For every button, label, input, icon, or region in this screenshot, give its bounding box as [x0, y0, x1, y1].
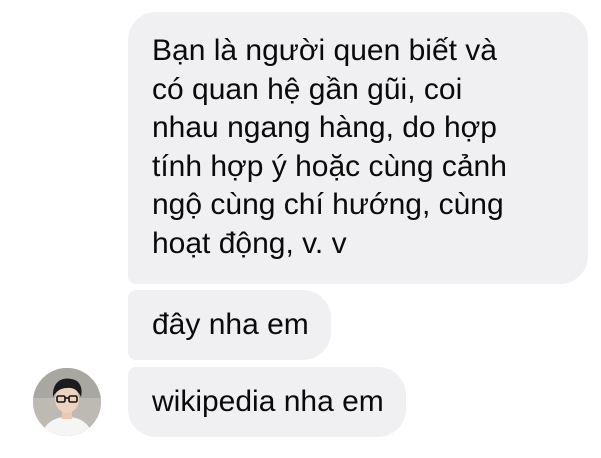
profile-photo-avatar-icon — [33, 368, 101, 436]
message-line: ngộ cùng chí hướng, cùng — [152, 188, 504, 221]
message-text: đây nha em — [152, 308, 309, 341]
message-line: nhau ngang hàng, do hợp — [152, 111, 497, 144]
message-line: có quan hệ gần gũi, coi — [152, 72, 463, 106]
message-bubble[interactable]: Bạn là người quen biết và có quan hệ gần… — [128, 12, 588, 284]
message-bubble[interactable]: đây nha em — [128, 290, 331, 360]
message-line: tính hợp ý hoặc cùng cảnh — [152, 149, 507, 183]
message-line: Bạn là người quen biết và — [152, 34, 497, 67]
message-line: hoạt động, v. v — [152, 226, 347, 260]
message-bubble[interactable]: wikipedia nha em — [128, 367, 406, 437]
sender-avatar[interactable] — [33, 368, 101, 436]
message-thread: Bạn là người quen biết và có quan hệ gần… — [0, 0, 601, 458]
message-text: wikipedia nha em — [152, 385, 384, 418]
